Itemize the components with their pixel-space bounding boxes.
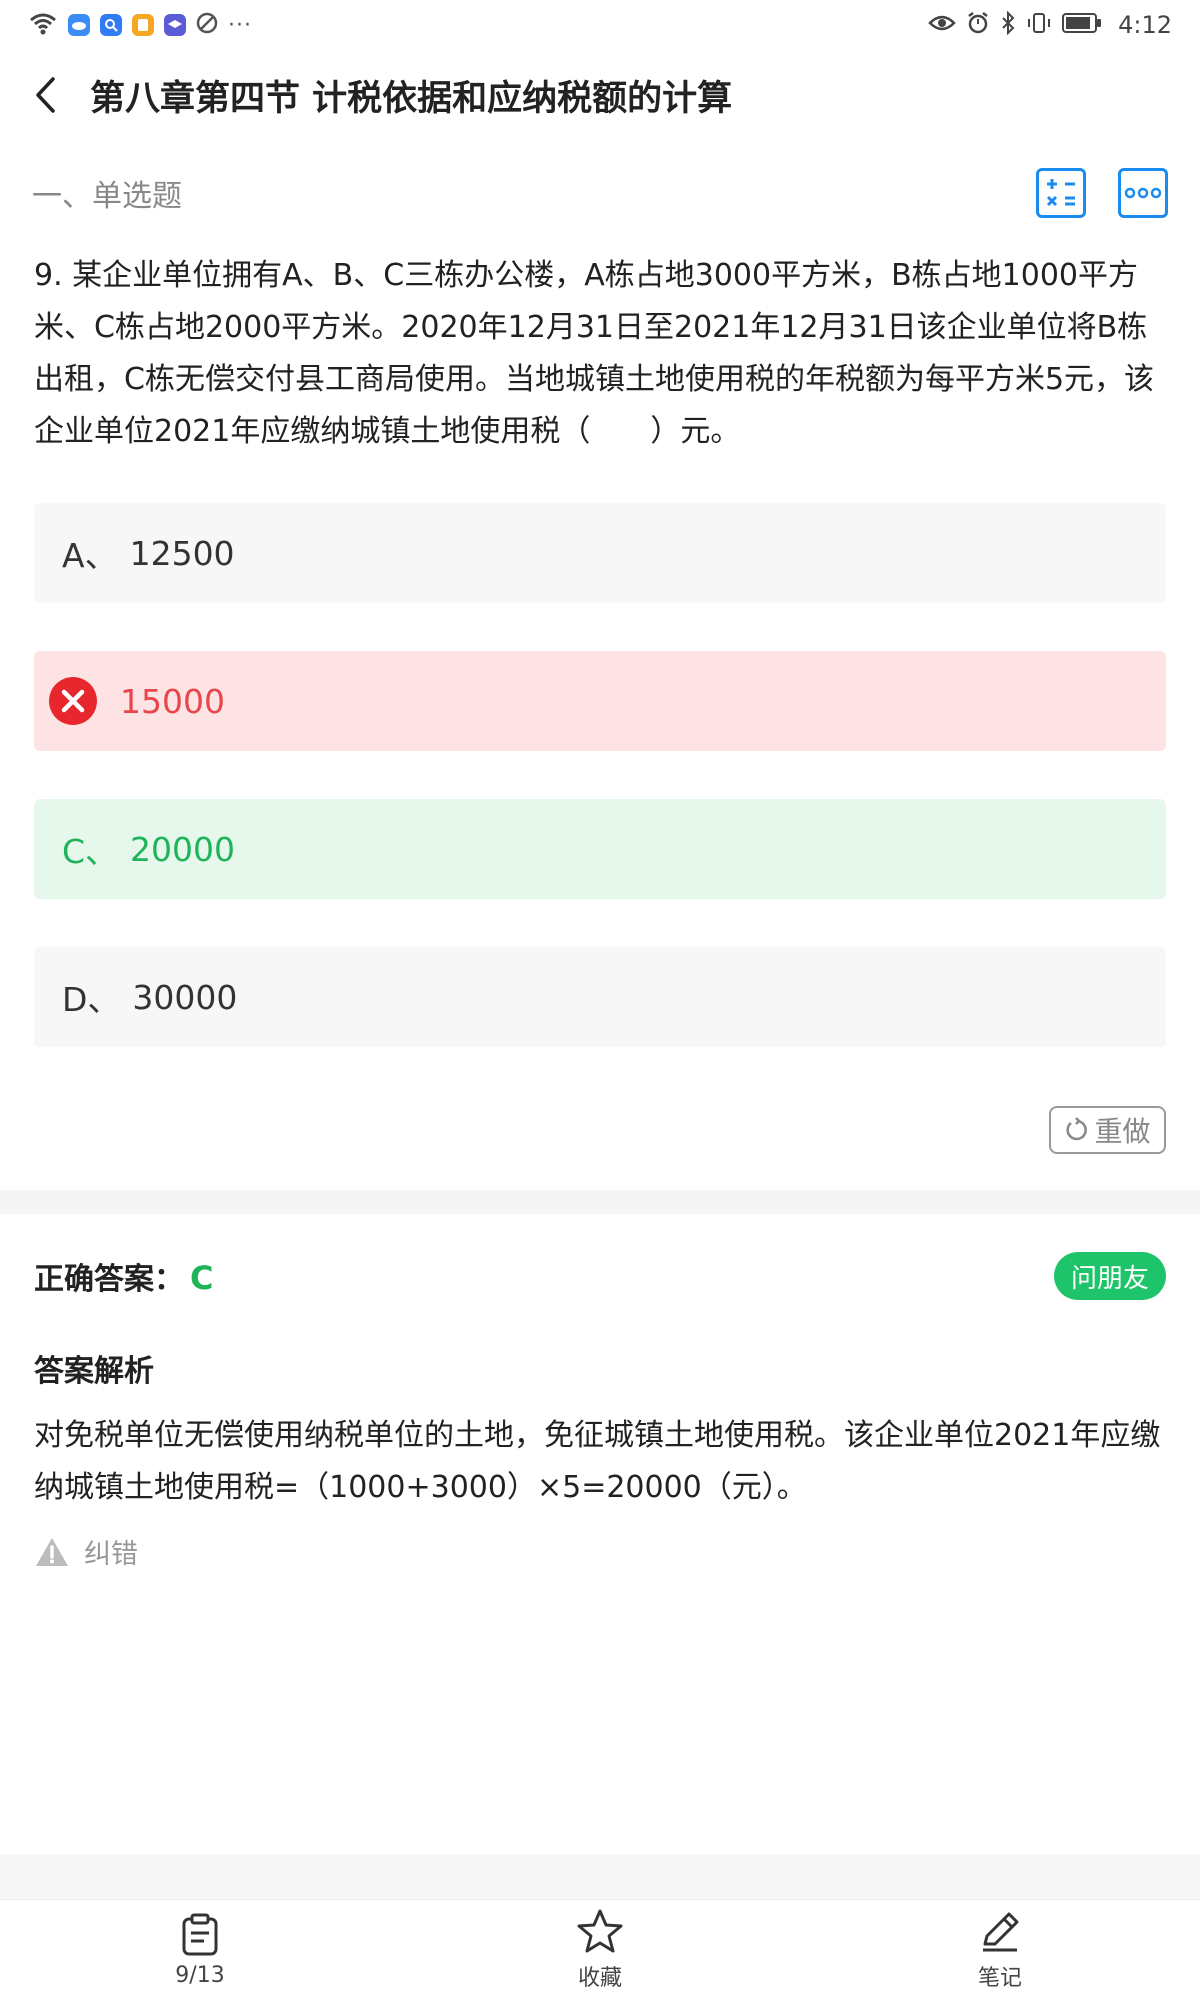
cloud-app-icon [68, 14, 90, 36]
eye-comfort-icon [928, 14, 956, 36]
ask-friend-button[interactable]: 问朋友 [1054, 1252, 1166, 1300]
vpn-app-icon [196, 12, 218, 38]
option-value: 15000 [120, 681, 225, 721]
nav-favorite-label: 收藏 [577, 1966, 622, 1991]
nav-favorite[interactable]: 收藏 [400, 1900, 800, 2000]
wifi-icon [28, 11, 58, 39]
answer-row: 正确答案： C 问朋友 [34, 1248, 1166, 1304]
clock: 4:12 [1118, 11, 1172, 39]
correct-answer: 正确答案： C [34, 1254, 213, 1298]
bottom-separator [0, 1854, 1200, 1900]
report-error-button[interactable]: 纠错 [34, 1532, 138, 1571]
section-header: 一、单选题 [0, 158, 1200, 228]
nav-progress-label: 9/13 [175, 1962, 225, 1988]
wrong-answer-icon [48, 676, 98, 726]
status-right: 4:12 [928, 10, 1172, 39]
header-tools [1036, 168, 1168, 218]
more-notifications: ··· [228, 12, 252, 38]
battery-icon [1062, 12, 1102, 38]
chevron-left-icon [36, 77, 55, 113]
calculator-button[interactable] [1036, 168, 1086, 218]
warning-icon [36, 1537, 68, 1566]
redo-label: 重做 [1094, 1115, 1151, 1148]
analysis-title: 答案解析 [34, 1354, 154, 1389]
pencil-icon [983, 1912, 1019, 1952]
nav-progress[interactable]: 9/13 [0, 1900, 400, 2000]
analysis-text: 对免税单位无偿使用纳税单位的土地，免征城镇土地使用税。该企业单位2021年应缴纳… [34, 1418, 1161, 1505]
alarm-icon [966, 11, 990, 39]
question-text: 9. 某企业单位拥有A、B、C三栋办公楼，A栋占地3000平方米，B栋占地100… [34, 258, 1155, 449]
vibrate-icon [1026, 11, 1052, 39]
option-value: 20000 [130, 829, 236, 869]
option-value: 30000 [132, 977, 238, 1017]
option-c[interactable]: C、 20000 [34, 799, 1166, 899]
report-error-label: 纠错 [84, 1539, 138, 1570]
section-divider [0, 1190, 1200, 1214]
nav-notes-label: 笔记 [977, 1966, 1022, 1991]
page-title: 第八章第四节 计税依据和应纳税额的计算 [90, 78, 733, 119]
correct-answer-label: 正确答案： [34, 1262, 184, 1297]
bottom-nav: 9/13 收藏 笔记 [0, 1900, 1200, 2000]
option-b[interactable]: 15000 [34, 651, 1166, 751]
star-icon [577, 1909, 623, 1953]
status-bar: ··· 4:12 [0, 0, 1200, 50]
status-left: ··· [28, 11, 252, 39]
title-bar: 第八章第四节 计税依据和应纳税额的计算 [0, 60, 1200, 130]
redo-icon [1066, 1117, 1088, 1141]
more-options-icon [1124, 187, 1162, 199]
calculator-icon [1046, 179, 1075, 207]
option-letter: D、 [62, 980, 121, 1019]
nav-notes[interactable]: 笔记 [800, 1900, 1200, 2000]
more-options-button[interactable] [1118, 168, 1168, 218]
redo-button[interactable]: 重做 [1049, 1106, 1166, 1154]
search-app-icon [100, 14, 122, 36]
bluetooth-icon [1000, 10, 1016, 39]
correct-answer-value: C [190, 1259, 214, 1297]
back-button[interactable] [0, 60, 90, 130]
note-app-icon [132, 14, 154, 36]
option-value: 12500 [129, 533, 235, 573]
option-a[interactable]: A、 12500 [34, 503, 1166, 603]
option-letter: A、 [62, 536, 118, 575]
option-letter: C、 [62, 832, 119, 871]
clipboard-icon [182, 1913, 218, 1955]
section-label: 一、单选题 [32, 179, 182, 214]
school-app-icon [164, 14, 186, 36]
option-d[interactable]: D、 30000 [34, 947, 1166, 1047]
